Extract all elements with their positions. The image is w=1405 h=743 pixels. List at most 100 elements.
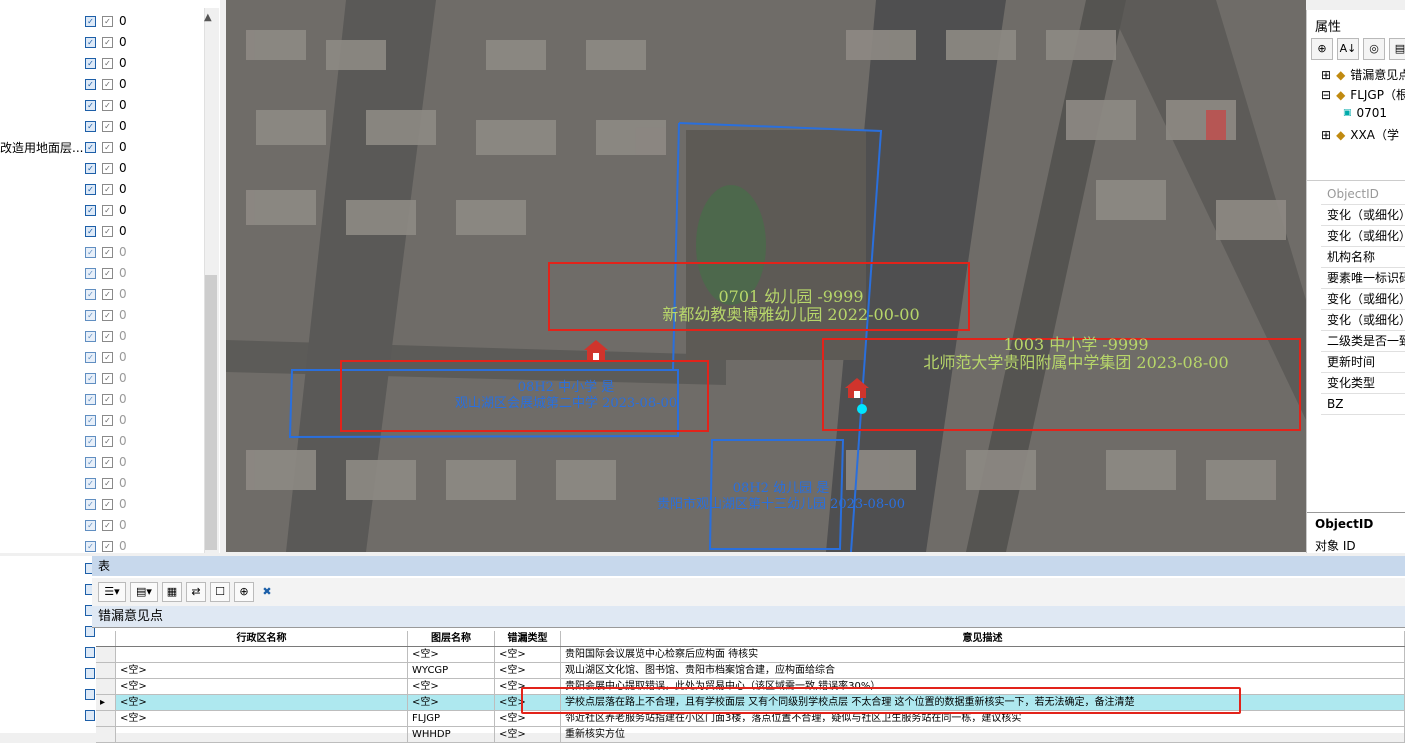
table-cell[interactable]: <空> <box>495 679 561 694</box>
checkbox-icon[interactable]: ✓ <box>85 498 96 510</box>
checkbox-icon[interactable]: ✓ <box>85 414 96 426</box>
checkbox-icon[interactable]: ✓ <box>85 120 96 132</box>
checkbox-icon[interactable]: ✓ <box>102 57 113 69</box>
checkbox-icon[interactable]: ✓ <box>102 435 113 447</box>
toc-row[interactable]: ✓ ✓ 0 <box>85 116 127 136</box>
table-cell[interactable]: 重新核实方位 <box>561 727 1405 742</box>
table-cell[interactable] <box>116 727 408 742</box>
row-selector[interactable]: ▸ <box>96 695 116 710</box>
table-row[interactable]: <空> WYCGP <空> 观山湖区文化馆、图书馆、贵阳市档案馆合建，应构面给综合 <box>96 663 1405 679</box>
checkbox-icon[interactable]: ✓ <box>102 204 113 216</box>
toc-row[interactable]: ✓ ✓ 0 <box>85 11 127 31</box>
table-cell[interactable]: WHHDP <box>408 727 495 742</box>
property-field[interactable]: 变化（或细化） <box>1321 310 1405 331</box>
table-cell[interactable]: 学校点层落在路上不合理，且有学校面层 又有个同级别学校点层 不太合理 这个位置的… <box>561 695 1405 710</box>
table-icon[interactable]: ▤ <box>1389 38 1405 60</box>
toc-row[interactable]: ✓ ✓ 0 <box>85 347 127 367</box>
row-selector[interactable] <box>96 647 116 662</box>
toc-row[interactable]: ✓ ✓ 0 <box>85 137 127 157</box>
table-cell[interactable]: <空> <box>495 647 561 662</box>
toc-row[interactable]: ✓ ✓ 0 <box>85 221 127 241</box>
layer-name-text[interactable]: 改造用地面层... <box>0 139 83 156</box>
checkbox-icon[interactable]: ✓ <box>85 204 96 216</box>
property-field[interactable]: 更新时间 <box>1321 352 1405 373</box>
checkbox-icon[interactable]: ✓ <box>85 225 96 237</box>
checkbox-icon[interactable]: ✓ <box>102 393 113 405</box>
checkbox-icon[interactable]: ✓ <box>102 372 113 384</box>
checkbox-icon[interactable]: ✓ <box>102 15 113 27</box>
checkbox-icon[interactable]: ✓ <box>102 456 113 468</box>
property-field[interactable]: 二级类是否一致 <box>1321 331 1405 352</box>
checkbox-icon[interactable]: ✓ <box>102 288 113 300</box>
checkbox-icon[interactable]: ✓ <box>102 477 113 489</box>
table-row[interactable]: <空> FLJGP <空> 邻近社区养老服务站指建在小区门面3楼，落点位置不合理，疑似… <box>96 711 1405 727</box>
checkbox-icon[interactable]: ✓ <box>85 351 96 363</box>
toc-row[interactable]: ✓ ✓ 0 <box>85 515 127 535</box>
checkbox-icon[interactable]: ✓ <box>102 78 113 90</box>
table-cell[interactable]: 贵阳会展中心提取错误，此处为贸易中心（该区域需一致,错误率30%） <box>561 679 1405 694</box>
table-cell[interactable]: <空> <box>116 711 408 726</box>
checkbox-icon[interactable]: ✓ <box>102 309 113 321</box>
property-field[interactable]: 变化（或细化） <box>1321 205 1405 226</box>
checkbox-icon[interactable]: ✓ <box>102 330 113 342</box>
toc-row[interactable]: ✓ ✓ 0 <box>85 200 127 220</box>
table-row[interactable]: <空> <空> 贵阳国际会议展览中心检察后应构面 待核实 <box>96 647 1405 663</box>
checkbox-icon[interactable]: ✓ <box>85 246 96 258</box>
column-header[interactable]: 错漏类型 <box>495 631 561 646</box>
column-header[interactable]: 意见描述 <box>561 631 1405 646</box>
tree-item[interactable]: ⊟ ◆ FLJGP（根 <box>1321 86 1405 103</box>
checkbox-icon[interactable]: ✓ <box>85 372 96 384</box>
checkbox-icon[interactable]: ✓ <box>85 141 96 153</box>
checkbox-icon[interactable]: ✓ <box>85 78 96 90</box>
toc-row[interactable]: ✓ ✓ 0 <box>85 74 127 94</box>
table-cell[interactable]: <空> <box>116 679 408 694</box>
toc-row[interactable]: ✓ ✓ 0 <box>85 53 127 73</box>
expand-icon[interactable]: ⊞ <box>1321 68 1331 82</box>
layer-checkbox[interactable] <box>85 689 95 700</box>
toc-row[interactable]: ✓ ✓ 0 <box>85 494 127 514</box>
toc-row[interactable]: ✓ ✓ 0 <box>85 32 127 52</box>
toc-row[interactable]: ✓ ✓ 0 <box>85 263 127 283</box>
toc-row[interactable]: ✓ ✓ 0 <box>85 284 127 304</box>
property-field[interactable]: ObjectID <box>1321 184 1405 205</box>
checkbox-icon[interactable]: ✓ <box>102 99 113 111</box>
checkbox-icon[interactable]: ✓ <box>85 435 96 447</box>
table-row[interactable]: ▸ <空> <空> <空> 学校点层落在路上不合理，且有学校面层 又有个同级别学校点层 … <box>96 695 1405 711</box>
table-row[interactable]: WHHDP <空> 重新核实方位 <box>96 727 1405 743</box>
table-options-icon[interactable]: ☰▾ <box>98 582 126 602</box>
expand-icon[interactable]: ⊞ <box>1321 128 1331 142</box>
row-selector[interactable] <box>96 727 116 742</box>
toc-row[interactable]: ✓ ✓ 0 <box>85 536 127 556</box>
checkbox-icon[interactable]: ✓ <box>85 267 96 279</box>
table-cell[interactable]: WYCGP <box>408 663 495 678</box>
property-field[interactable]: 变化类型 <box>1321 373 1405 394</box>
checkbox-icon[interactable]: ✓ <box>85 477 96 489</box>
checkbox-icon[interactable]: ✓ <box>102 141 113 153</box>
checkbox-icon[interactable]: ✓ <box>102 225 113 237</box>
toc-scrollbar-thumb[interactable] <box>205 275 217 550</box>
tree-item[interactable]: ⊞ ◆ 错漏意见点 <box>1321 66 1405 83</box>
checkbox-icon[interactable]: ✓ <box>85 36 96 48</box>
row-selector[interactable] <box>96 663 116 678</box>
checkbox-icon[interactable]: ✓ <box>85 309 96 321</box>
sort-alpha-icon[interactable]: A↓ <box>1337 38 1359 60</box>
checkbox-icon[interactable]: ✓ <box>102 162 113 174</box>
checkbox-icon[interactable]: ✓ <box>85 288 96 300</box>
table-cell[interactable]: <空> <box>408 679 495 694</box>
column-header[interactable]: 图层名称 <box>408 631 495 646</box>
table-cell[interactable]: <空> <box>495 663 561 678</box>
zoom-to-selected-icon[interactable]: ⊕ <box>234 582 254 602</box>
checkbox-icon[interactable]: ✓ <box>102 414 113 426</box>
checkbox-icon[interactable]: ✓ <box>102 519 113 531</box>
property-field[interactable]: 变化（或细化） <box>1321 289 1405 310</box>
categorized-icon[interactable]: ⊕ <box>1311 38 1333 60</box>
property-field[interactable]: 要素唯一标识码 <box>1321 268 1405 289</box>
checkbox-icon[interactable]: ✓ <box>102 540 113 552</box>
toc-row[interactable]: ✓ ✓ 0 <box>85 95 127 115</box>
table-row[interactable]: <空> <空> <空> 贵阳会展中心提取错误，此处为贸易中心（该区域需一致,错误率30… <box>96 679 1405 695</box>
toc-row[interactable]: ✓ ✓ 0 <box>85 179 127 199</box>
row-selector[interactable] <box>96 711 116 726</box>
tree-item[interactable]: ⊞ ◆ XXA（学 <box>1321 126 1399 143</box>
checkbox-icon[interactable]: ✓ <box>102 498 113 510</box>
toc-row[interactable]: ✓ ✓ 0 <box>85 368 127 388</box>
